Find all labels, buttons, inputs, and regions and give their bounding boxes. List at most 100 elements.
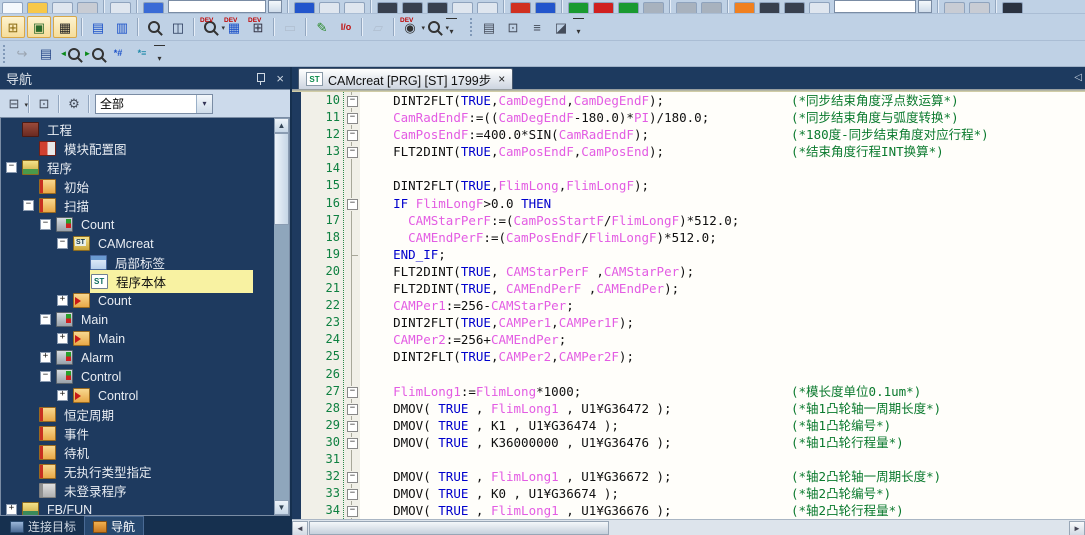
tab-close-icon[interactable]: × bbox=[498, 72, 505, 86]
copy-icon[interactable] bbox=[110, 2, 131, 13]
collapse-box-icon[interactable]: − bbox=[6, 162, 17, 173]
gray-tool-icon[interactable]: ▱ bbox=[367, 17, 389, 37]
code-line[interactable] bbox=[363, 160, 1085, 177]
collapse-box-icon[interactable]: − bbox=[23, 200, 34, 211]
display-target-icon[interactable]: ⊟▾ bbox=[4, 94, 24, 114]
zoom-in-icon[interactable] bbox=[759, 2, 780, 13]
doc-list-icon[interactable]: ▤ bbox=[35, 44, 57, 64]
tree-item-初始[interactable]: 初始 bbox=[2, 177, 273, 196]
combo-spinner[interactable] bbox=[268, 0, 282, 13]
fold-collapse-icon[interactable]: − bbox=[347, 147, 358, 158]
dropdown-arrow-icon[interactable]: ▾ bbox=[24, 101, 28, 109]
collapse-box-icon[interactable]: − bbox=[40, 371, 51, 382]
scroll-left-icon[interactable]: ◄ bbox=[292, 521, 308, 535]
tree-item-程序[interactable]: −程序 bbox=[2, 158, 273, 177]
fold-collapse-icon[interactable]: − bbox=[347, 113, 358, 124]
find-prev-icon[interactable]: ◄ bbox=[59, 44, 81, 64]
tree-item-工程[interactable]: 工程 bbox=[2, 120, 273, 139]
code-line[interactable]: DINT2FLT(TRUE,CAMPer2,CAMPer2F); bbox=[363, 348, 1085, 365]
jump-back-icon[interactable]: ↪ bbox=[11, 44, 33, 64]
add-statement-icon[interactable]: *≡ bbox=[131, 44, 153, 64]
help-globe-icon[interactable] bbox=[143, 2, 164, 13]
device-eye-icon[interactable]: ◉DEV▾ bbox=[399, 17, 421, 37]
dropdown-arrow-icon[interactable]: ▾ bbox=[445, 24, 449, 32]
find-green-flag-2-icon[interactable] bbox=[618, 2, 639, 13]
tab-scroll-left-icon[interactable]: ◁ bbox=[1074, 73, 1082, 83]
window-copy-icon[interactable] bbox=[319, 2, 340, 13]
list-blue-icon[interactable]: ▤ bbox=[87, 17, 109, 37]
write-h2-icon[interactable] bbox=[402, 2, 423, 13]
nav-scrollbar-thumb[interactable] bbox=[274, 133, 289, 225]
code-line[interactable]: CAMPer1:=256-CAMStarPer; bbox=[363, 297, 1085, 314]
zoom-spinner[interactable] bbox=[918, 0, 932, 13]
nav-scrollbar[interactable]: ▲ ▼ bbox=[274, 118, 289, 515]
tree-item-无执行类型指定[interactable]: 无执行类型指定 bbox=[2, 462, 273, 481]
page-icon[interactable] bbox=[809, 2, 830, 13]
expand-box-icon[interactable]: + bbox=[57, 390, 68, 401]
user-list-icon[interactable]: ◪ bbox=[550, 17, 572, 37]
device-88-icon[interactable] bbox=[294, 2, 315, 13]
dropdown-arrow-icon[interactable]: ▾ bbox=[196, 95, 212, 113]
device-grid-icon[interactable]: ▦DEV bbox=[223, 17, 245, 37]
print-icon[interactable] bbox=[77, 2, 98, 13]
code-line[interactable]: DINT2FLT(TRUE,CAMPer1,CAMPer1F); bbox=[363, 314, 1085, 331]
close-icon[interactable]: × bbox=[276, 72, 284, 85]
quick-find-combo[interactable] bbox=[168, 0, 266, 13]
find-in-window-icon[interactable]: ◫ bbox=[167, 17, 189, 37]
code-line[interactable]: DMOV( TRUE , K36000000 , U1¥G36476 );(*轴… bbox=[363, 434, 1085, 451]
collapse-box-icon[interactable]: − bbox=[40, 314, 51, 325]
panel-tab-连接目标[interactable]: 连接目标 bbox=[2, 517, 84, 535]
scroll-down-icon[interactable]: ▼ bbox=[274, 500, 289, 515]
fold-collapse-icon[interactable]: − bbox=[347, 421, 358, 432]
dev-gray-1-icon[interactable] bbox=[676, 2, 697, 13]
scroll-up-icon[interactable]: ▲ bbox=[274, 118, 289, 133]
gray-b-icon[interactable] bbox=[969, 2, 990, 13]
list-window-icon[interactable]: ≡ bbox=[526, 17, 548, 37]
tree-item-CAMcreat[interactable]: −CAMcreat bbox=[2, 234, 273, 253]
device-tree-icon[interactable]: ⊞DEV bbox=[247, 17, 269, 37]
grid-2-icon[interactable] bbox=[477, 2, 498, 13]
settings-gear-icon[interactable]: ⚙ bbox=[64, 94, 84, 114]
find-green-flag-icon[interactable] bbox=[568, 2, 589, 13]
open-folder-icon[interactable] bbox=[27, 2, 48, 13]
dev-gray-2-icon[interactable] bbox=[701, 2, 722, 13]
print-preview-icon[interactable]: ▭ bbox=[279, 17, 301, 37]
code-text-area[interactable]: DINT2FLT(TRUE,CamDegEnd,CamDegEndF);(*同步… bbox=[360, 92, 1085, 519]
tree-item-Alarm[interactable]: +Alarm bbox=[2, 348, 273, 367]
code-line[interactable]: FLT2DINT(TRUE,CamPosEndF,CamPosEnd);(*结束… bbox=[363, 143, 1085, 160]
fold-collapse-icon[interactable]: − bbox=[347, 387, 358, 398]
code-line[interactable]: DMOV( TRUE , FlimLong1 , U1¥G36672 );(*轴… bbox=[363, 468, 1085, 485]
device-find-icon[interactable]: DEV▾ bbox=[199, 17, 221, 37]
keyboard-blue-icon[interactable]: ▥ bbox=[111, 17, 133, 37]
code-line[interactable]: END_IF; bbox=[363, 246, 1085, 263]
tree-item-Main[interactable]: −Main bbox=[2, 310, 273, 329]
tree-item-恒定周期[interactable]: 恒定周期 bbox=[2, 405, 273, 424]
code-line[interactable]: FlimLong1:=FlimLong*1000;(*模长度单位0.1um*) bbox=[363, 383, 1085, 400]
tree-item-Control[interactable]: −Control bbox=[2, 367, 273, 386]
code-line[interactable]: IF FlimLongF>0.0 THEN bbox=[363, 195, 1085, 212]
collapse-box-icon[interactable]: − bbox=[40, 219, 51, 230]
module-monitor-icon[interactable]: ▣ bbox=[27, 16, 51, 38]
toolbar-grip[interactable] bbox=[2, 45, 7, 63]
expand-box-icon[interactable]: + bbox=[57, 295, 68, 306]
io-check-icon[interactable]: I/o bbox=[335, 17, 357, 37]
add-device-comment-icon[interactable]: *# bbox=[107, 44, 129, 64]
collapse-tree-icon[interactable]: ⊡ bbox=[34, 94, 54, 114]
tree-item-待机[interactable]: 待机 bbox=[2, 443, 273, 462]
fold-collapse-icon[interactable]: − bbox=[347, 96, 358, 107]
collapse-box-icon[interactable]: − bbox=[57, 238, 68, 249]
tree-item-Count[interactable]: −Count bbox=[2, 215, 273, 234]
fold-collapse-icon[interactable]: − bbox=[347, 489, 358, 500]
fold-collapse-icon[interactable]: − bbox=[347, 199, 358, 210]
code-line[interactable]: DMOV( TRUE , FlimLong1 , U1¥G36472 );(*轴… bbox=[363, 400, 1085, 417]
expand-box-icon[interactable]: + bbox=[57, 333, 68, 344]
tree-item-Main[interactable]: +Main bbox=[2, 329, 273, 348]
binoculars-find-icon[interactable] bbox=[143, 17, 165, 37]
expand-box-icon[interactable]: + bbox=[40, 352, 51, 363]
device-chip-icon[interactable]: ▦ bbox=[53, 16, 77, 38]
project-tree-icon[interactable]: ⊞ bbox=[1, 16, 25, 38]
arrow-right-red-icon[interactable] bbox=[510, 2, 531, 13]
code-line[interactable]: DINT2FLT(TRUE,CamDegEnd,CamDegEndF);(*同步… bbox=[363, 92, 1085, 109]
window-paste-icon[interactable] bbox=[344, 2, 365, 13]
write-h1-icon[interactable] bbox=[377, 2, 398, 13]
